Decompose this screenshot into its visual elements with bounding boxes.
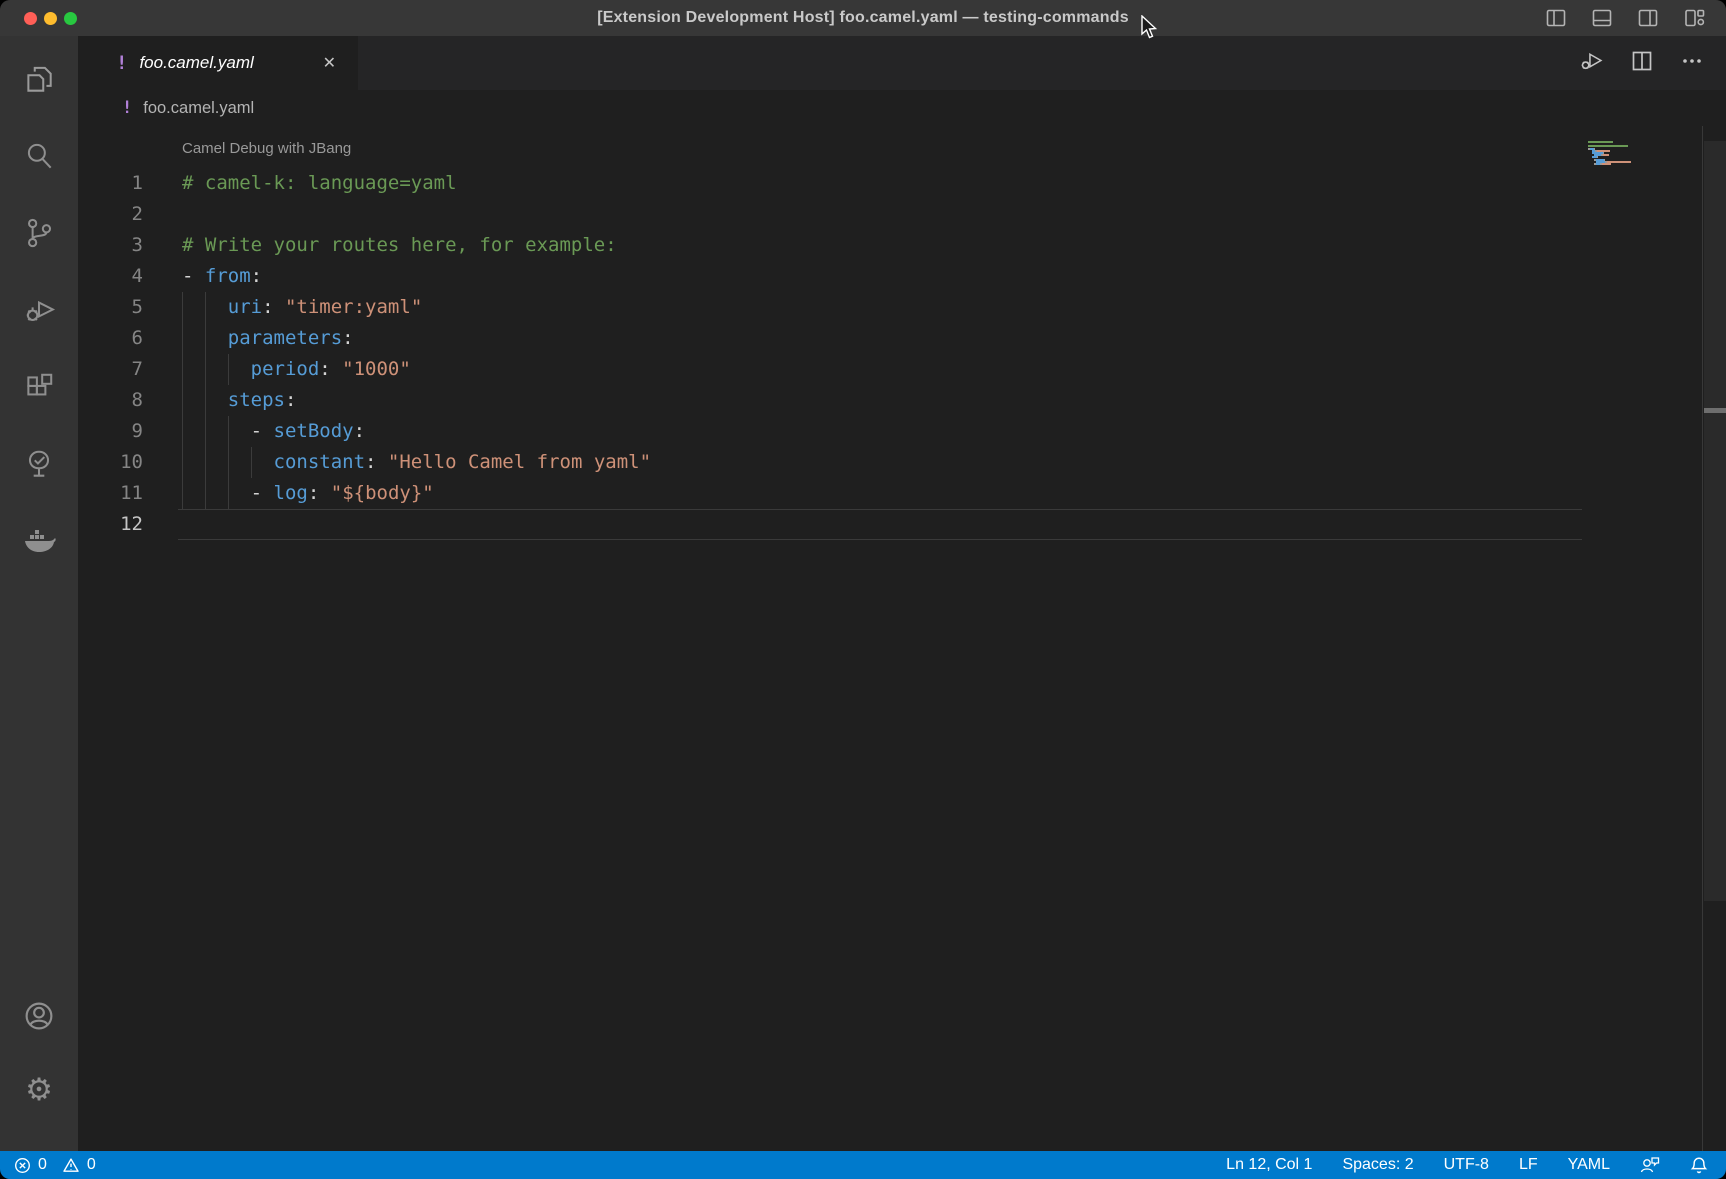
title-bar[interactable]: [Extension Development Host] foo.camel.y… <box>0 0 1726 36</box>
close-tab-icon[interactable]: ✕ <box>319 51 340 75</box>
problems-status[interactable]: 0 0 <box>14 1156 96 1174</box>
code-text: constant: "Hello Camel from yaml" <box>182 451 651 473</box>
code-line-10[interactable]: constant: "Hello Camel from yaml" <box>78 447 1580 478</box>
code-lines: # camel-k: language=yaml # Write your rou… <box>78 168 1580 540</box>
code-line-5[interactable]: uri: "timer:yaml" <box>78 292 1580 323</box>
indent-guide-icon <box>182 416 183 447</box>
error-icon <box>14 1157 31 1174</box>
code-line-11[interactable]: - log: "${body}" <box>78 478 1580 509</box>
overview-ruler-cursor-marker <box>1704 408 1726 413</box>
window-controls <box>24 0 77 36</box>
code-line-1[interactable]: # camel-k: language=yaml <box>78 168 1580 199</box>
minimap-line <box>1588 165 1680 167</box>
code-line-12[interactable] <box>78 509 1580 540</box>
code-text: # camel-k: language=yaml <box>182 172 457 194</box>
indent-guide-icon <box>228 447 229 478</box>
indent-guide-icon <box>182 292 183 323</box>
indent-guide-icon <box>205 478 206 509</box>
editor-actions <box>1579 36 1704 90</box>
editor[interactable]: Camel Debug with JBang 123456789101112 #… <box>78 126 1726 1151</box>
layout-controls <box>1544 0 1706 36</box>
yaml-file-icon: ! <box>116 52 127 74</box>
eol-status[interactable]: LF <box>1519 1156 1538 1174</box>
test-tree-icon[interactable] <box>0 425 78 502</box>
codelens-camel-debug[interactable]: Camel Debug with JBang <box>182 140 351 157</box>
tab-bar: ! foo.camel.yaml ✕ <box>78 36 1726 90</box>
code-text: period: "1000" <box>182 358 411 380</box>
indent-guide-icon <box>251 447 252 478</box>
code-line-3[interactable]: # Write your routes here, for example: <box>78 230 1580 261</box>
notifications-bell-icon[interactable] <box>1690 1156 1708 1175</box>
code-line-9[interactable]: - setBody: <box>78 416 1580 447</box>
cursor-position-status[interactable]: Ln 12, Col 1 <box>1226 1156 1312 1174</box>
source-control-icon[interactable] <box>0 194 78 271</box>
indent-guide-icon <box>182 323 183 354</box>
encoding-status[interactable]: UTF-8 <box>1444 1156 1489 1174</box>
toggle-secondary-sidebar-icon[interactable] <box>1636 6 1660 30</box>
close-window-button[interactable] <box>24 12 37 25</box>
editor-group: ! foo.camel.yaml ✕ <box>78 36 1726 1151</box>
accounts-icon[interactable] <box>0 979 78 1053</box>
code-line-6[interactable]: parameters: <box>78 323 1580 354</box>
indent-guide-icon <box>205 447 206 478</box>
warning-icon <box>62 1157 80 1174</box>
code-text: - log: "${body}" <box>182 482 434 504</box>
search-icon[interactable] <box>0 117 78 194</box>
activity-bar-bottom: ⚙ <box>0 979 78 1151</box>
indent-guide-icon <box>205 416 206 447</box>
scrollbar[interactable] <box>1702 126 1726 1151</box>
breadcrumb-file[interactable]: foo.camel.yaml <box>143 99 254 118</box>
indent-guide-icon <box>228 416 229 447</box>
indent-guide-icon <box>205 292 206 323</box>
indent-guide-icon <box>205 323 206 354</box>
code-line-4[interactable]: - from: <box>78 261 1580 292</box>
code-text: steps: <box>182 389 296 411</box>
tab-label: foo.camel.yaml <box>139 53 253 73</box>
indent-guide-icon <box>205 385 206 416</box>
indent-guide-icon <box>228 354 229 385</box>
indent-guide-icon <box>182 478 183 509</box>
window-title: [Extension Development Host] foo.camel.y… <box>597 9 1129 27</box>
activity-bar: ⚙ <box>0 36 78 1151</box>
warning-count: 0 <box>87 1156 96 1174</box>
customize-layout-icon[interactable] <box>1682 6 1706 30</box>
breadcrumb[interactable]: ! foo.camel.yaml <box>78 90 1726 126</box>
minimap[interactable] <box>1580 141 1680 167</box>
toggle-primary-sidebar-icon[interactable] <box>1544 6 1568 30</box>
code-line-8[interactable]: steps: <box>78 385 1580 416</box>
split-editor-icon[interactable] <box>1630 49 1654 78</box>
indent-guide-icon <box>182 447 183 478</box>
indent-guide-icon <box>228 478 229 509</box>
workbench: ⚙ ! foo.camel.yaml ✕ <box>0 36 1726 1151</box>
zoom-window-button[interactable] <box>64 12 77 25</box>
scrollbar-slider[interactable] <box>1704 141 1726 901</box>
code-text: uri: "timer:yaml" <box>182 296 422 318</box>
code-text: # Write your routes here, for example: <box>182 234 617 256</box>
code-line-7[interactable]: period: "1000" <box>78 354 1580 385</box>
toggle-panel-icon[interactable] <box>1590 6 1614 30</box>
indent-guide-icon <box>182 385 183 416</box>
extensions-icon[interactable] <box>0 348 78 425</box>
code-text: - from: <box>182 265 262 287</box>
feedback-icon[interactable] <box>1640 1156 1660 1174</box>
code-text: - setBody: <box>182 420 365 442</box>
indent-guide-icon <box>205 354 206 385</box>
language-mode-status[interactable]: YAML <box>1568 1156 1610 1174</box>
tab-foo-camel-yaml[interactable]: ! foo.camel.yaml ✕ <box>78 36 358 90</box>
settings-gear-icon[interactable]: ⚙ <box>0 1053 78 1127</box>
yaml-file-icon: ! <box>122 98 132 118</box>
code-text: parameters: <box>182 327 354 349</box>
error-count: 0 <box>38 1156 47 1174</box>
minimize-window-button[interactable] <box>44 12 57 25</box>
docker-icon[interactable] <box>0 502 78 579</box>
indent-guide-icon <box>182 354 183 385</box>
status-bar: 0 0 Ln 12, Col 1 Spaces: 2 UTF-8 LF YAML <box>0 1151 1726 1179</box>
vscode-window: [Extension Development Host] foo.camel.y… <box>0 0 1726 1179</box>
code-line-2[interactable] <box>78 199 1580 230</box>
indentation-status[interactable]: Spaces: 2 <box>1342 1156 1413 1174</box>
run-and-debug-icon[interactable] <box>0 271 78 348</box>
run-or-debug-icon[interactable] <box>1579 48 1604 78</box>
explorer-icon[interactable] <box>0 40 78 117</box>
more-actions-icon[interactable] <box>1680 49 1704 78</box>
